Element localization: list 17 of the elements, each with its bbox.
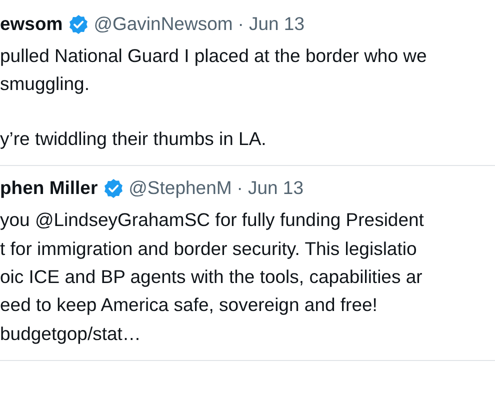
author-handle[interactable]: @GavinNewsom bbox=[94, 10, 233, 38]
separator: · bbox=[238, 12, 244, 36]
author-name[interactable]: ewsom bbox=[0, 10, 63, 38]
tweet-text-line: budgetgop/stat… bbox=[0, 322, 142, 346]
tweet-card[interactable]: ewsom @GavinNewsom · Jun 13 pulled National Guard I placed at the border who we smuggling. y’re twiddling their thumbs in LA. bbox=[0, 0, 495, 166]
tweet-text-line: y’re twiddling their thumbs in LA. bbox=[0, 126, 268, 151]
tweet-text-line: oic ICE and BP agents with the tools, capabilities ar bbox=[0, 265, 424, 290]
separator: · bbox=[236, 176, 243, 200]
tweet-text-line: you @LindseyGrahamSC for fully funding President bbox=[0, 208, 425, 232]
tweet-text-line: t for immigration and border security. This legislatio bbox=[0, 236, 418, 261]
post-date[interactable]: Jun 13 bbox=[248, 10, 305, 38]
post-date[interactable]: Jun 13 bbox=[248, 174, 304, 202]
tweet-text-line: smuggling. bbox=[0, 72, 90, 96]
author-handle[interactable]: @StephenM bbox=[128, 174, 232, 202]
tweet-text-line: eed to keep America safe, sovereign and free! bbox=[0, 293, 378, 318]
tweet-text-line: pulled National Guard I placed at the border who we bbox=[0, 44, 428, 68]
author-name[interactable]: phen Miller bbox=[0, 174, 98, 202]
